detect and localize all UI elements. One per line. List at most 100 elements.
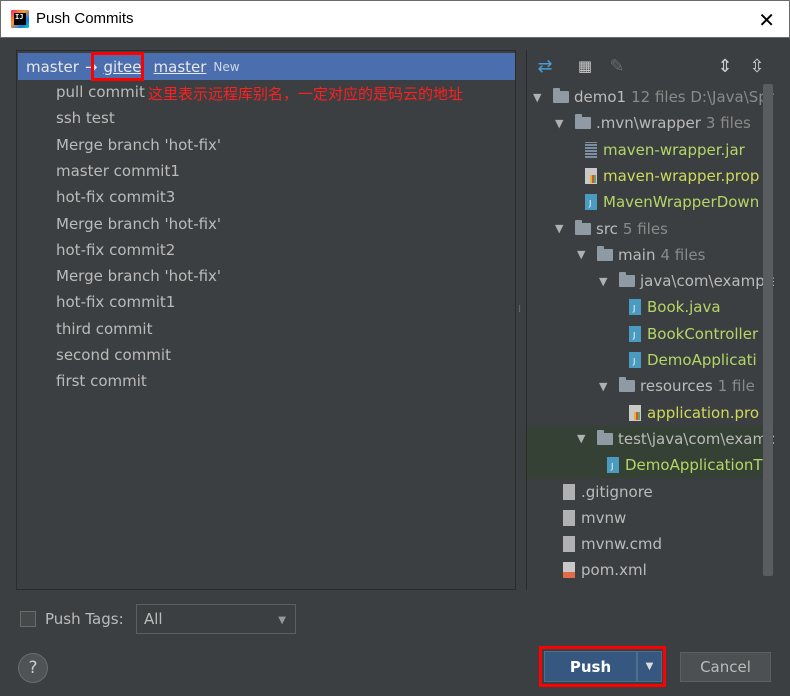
tree-node[interactable]: application.pro xyxy=(621,400,759,426)
tree-node[interactable]: maven-wrapper.prop xyxy=(577,163,759,189)
folder-icon xyxy=(597,245,613,261)
tree-node-label: DemoApplicati xyxy=(647,351,757,369)
commit-item[interactable]: third commit xyxy=(56,320,152,338)
commits-panel: master → gitee master New 这里表示远程库别名，一定对应… xyxy=(16,50,516,590)
chevron-down-icon: ▼ xyxy=(278,615,286,626)
java-file-icon xyxy=(629,352,641,368)
expand-arrow-icon[interactable]: ▼ xyxy=(555,222,569,235)
tree-node[interactable]: MavenWrapperDown xyxy=(577,189,759,215)
close-icon[interactable]: ✕ xyxy=(758,8,775,32)
tree-node[interactable]: pom.xml xyxy=(555,557,647,583)
expand-arrow-icon[interactable]: ▼ xyxy=(599,275,613,288)
tree-node[interactable]: DemoApplicationT xyxy=(599,452,763,478)
changes-toolbar: ⇄ ▦ ✎ ⇕ ⇳ xyxy=(527,50,774,82)
tree-node[interactable]: ▼ demo1 12 files D:\Java\Spr xyxy=(533,84,774,110)
intellij-app-icon: IJ xyxy=(11,10,29,28)
folder-icon xyxy=(619,377,635,393)
collapse-all-icon[interactable]: ⇳ xyxy=(745,54,769,78)
tree-node-label: java\com\example xyxy=(640,272,774,291)
window-title: Push Commits xyxy=(36,10,134,27)
folder-icon xyxy=(597,429,613,445)
push-button[interactable]: Push xyxy=(544,651,637,682)
show-diff-icon[interactable]: ⇄ xyxy=(533,54,557,78)
tree-node[interactable]: ▼ .mvn\wrapper 3 files xyxy=(555,110,751,136)
tree-scrollbar[interactable] xyxy=(763,84,773,576)
local-branch: master xyxy=(26,57,79,76)
tree-node-label: Book.java xyxy=(647,298,721,317)
tree-node-meta: 1 file xyxy=(717,377,755,396)
tree-node-label: DemoApplicationT xyxy=(625,456,763,475)
text-file-icon xyxy=(563,536,575,553)
expand-arrow-icon[interactable]: ▼ xyxy=(577,248,591,261)
jar-file-icon xyxy=(585,141,597,158)
folder-icon xyxy=(575,114,591,130)
annotation-text: 这里表示远程库别名，一定对应的是码云的地址 xyxy=(148,85,464,103)
tree-node[interactable]: .gitignore xyxy=(555,479,653,505)
commit-item[interactable]: Merge branch 'hot-fix' xyxy=(56,215,221,233)
tree-node-meta: 5 files xyxy=(622,219,668,238)
tree-node-label: BookController xyxy=(647,324,759,343)
commit-item[interactable]: Merge branch 'hot-fix' xyxy=(56,267,221,285)
tree-node-label: test\java\com\examp xyxy=(618,429,774,448)
expand-arrow-icon[interactable]: ▼ xyxy=(599,380,613,393)
tree-node-label: application.pro xyxy=(647,403,760,422)
expand-arrow-icon[interactable]: ▼ xyxy=(533,91,547,104)
tree-node-label: resources xyxy=(640,377,713,396)
push-tags-select[interactable]: All ▼ xyxy=(136,604,296,634)
tree-node-label: mvnw.cmd xyxy=(581,535,663,554)
push-tags-selected: All xyxy=(144,610,163,628)
tree-node-label: demo1 xyxy=(574,88,627,106)
splitter-handle[interactable]: ⁞ xyxy=(518,305,523,328)
text-file-icon xyxy=(563,509,575,526)
push-tags-label: Push Tags: xyxy=(45,610,124,628)
java-file-icon xyxy=(629,325,641,342)
expand-all-icon[interactable]: ⇕ xyxy=(713,54,737,78)
tree-node-label: mvnw xyxy=(581,508,627,527)
tree-node[interactable]: ▼ src 5 files xyxy=(555,216,668,242)
folder-icon xyxy=(575,219,591,235)
folder-icon xyxy=(553,88,569,103)
remote-alias-highlight xyxy=(91,52,144,81)
tree-node[interactable]: ▼ java\com\example xyxy=(599,268,774,294)
commit-item[interactable]: first commit xyxy=(56,372,147,390)
commit-item[interactable]: master commit1 xyxy=(56,162,180,180)
tree-node[interactable]: mvnw.cmd xyxy=(555,531,662,557)
tree-node-label: .gitignore xyxy=(581,482,653,501)
tree-node[interactable]: mvnw xyxy=(555,505,626,531)
text-file-icon xyxy=(563,483,575,500)
tree-node[interactable]: DemoApplicati xyxy=(621,347,757,373)
tree-node[interactable]: BookController xyxy=(621,321,758,347)
tree-node[interactable]: ▼ test\java\com\examp xyxy=(577,426,774,452)
props-file-icon xyxy=(629,404,641,421)
new-badge: New xyxy=(213,59,240,74)
tree-node-label: maven-wrapper.prop xyxy=(603,166,760,185)
push-options-dropdown[interactable]: ▼ xyxy=(637,651,662,682)
commit-item[interactable]: ssh test xyxy=(56,109,115,127)
push-tags-checkbox[interactable] xyxy=(20,611,36,627)
commit-item[interactable]: Merge branch 'hot-fix' xyxy=(56,136,221,154)
commit-item[interactable]: pull commit xyxy=(56,83,145,101)
cancel-button[interactable]: Cancel xyxy=(680,652,771,682)
tree-node-label: maven-wrapper.jar xyxy=(603,140,745,159)
tree-node[interactable]: ▼ resources 1 file xyxy=(599,373,755,399)
edit-source-icon[interactable]: ✎ xyxy=(605,54,629,78)
tree-node[interactable]: ▼ main 4 files xyxy=(577,242,705,268)
java-file-icon xyxy=(607,457,619,474)
folder-icon xyxy=(619,272,635,288)
tree-node[interactable]: Book.java xyxy=(621,294,721,320)
java-file-icon xyxy=(629,299,641,316)
props-file-icon xyxy=(585,167,597,184)
help-button[interactable]: ? xyxy=(18,653,48,683)
commit-item[interactable]: hot-fix commit2 xyxy=(56,241,175,259)
expand-arrow-icon[interactable]: ▼ xyxy=(577,432,591,445)
expand-arrow-icon[interactable]: ▼ xyxy=(555,117,569,130)
tree-node-meta: 4 files xyxy=(660,245,706,264)
tree-node-meta: 12 files D:\Java\Spr xyxy=(631,88,774,106)
commit-item[interactable]: hot-fix commit3 xyxy=(56,188,175,206)
tree-node-label: src xyxy=(596,219,618,238)
commit-item[interactable]: hot-fix commit1 xyxy=(56,293,175,311)
tree-node[interactable]: maven-wrapper.jar xyxy=(577,137,745,163)
remote-branch-link[interactable]: master xyxy=(154,58,207,76)
commit-item[interactable]: second commit xyxy=(56,346,171,364)
group-by-icon[interactable]: ▦ xyxy=(573,54,597,78)
